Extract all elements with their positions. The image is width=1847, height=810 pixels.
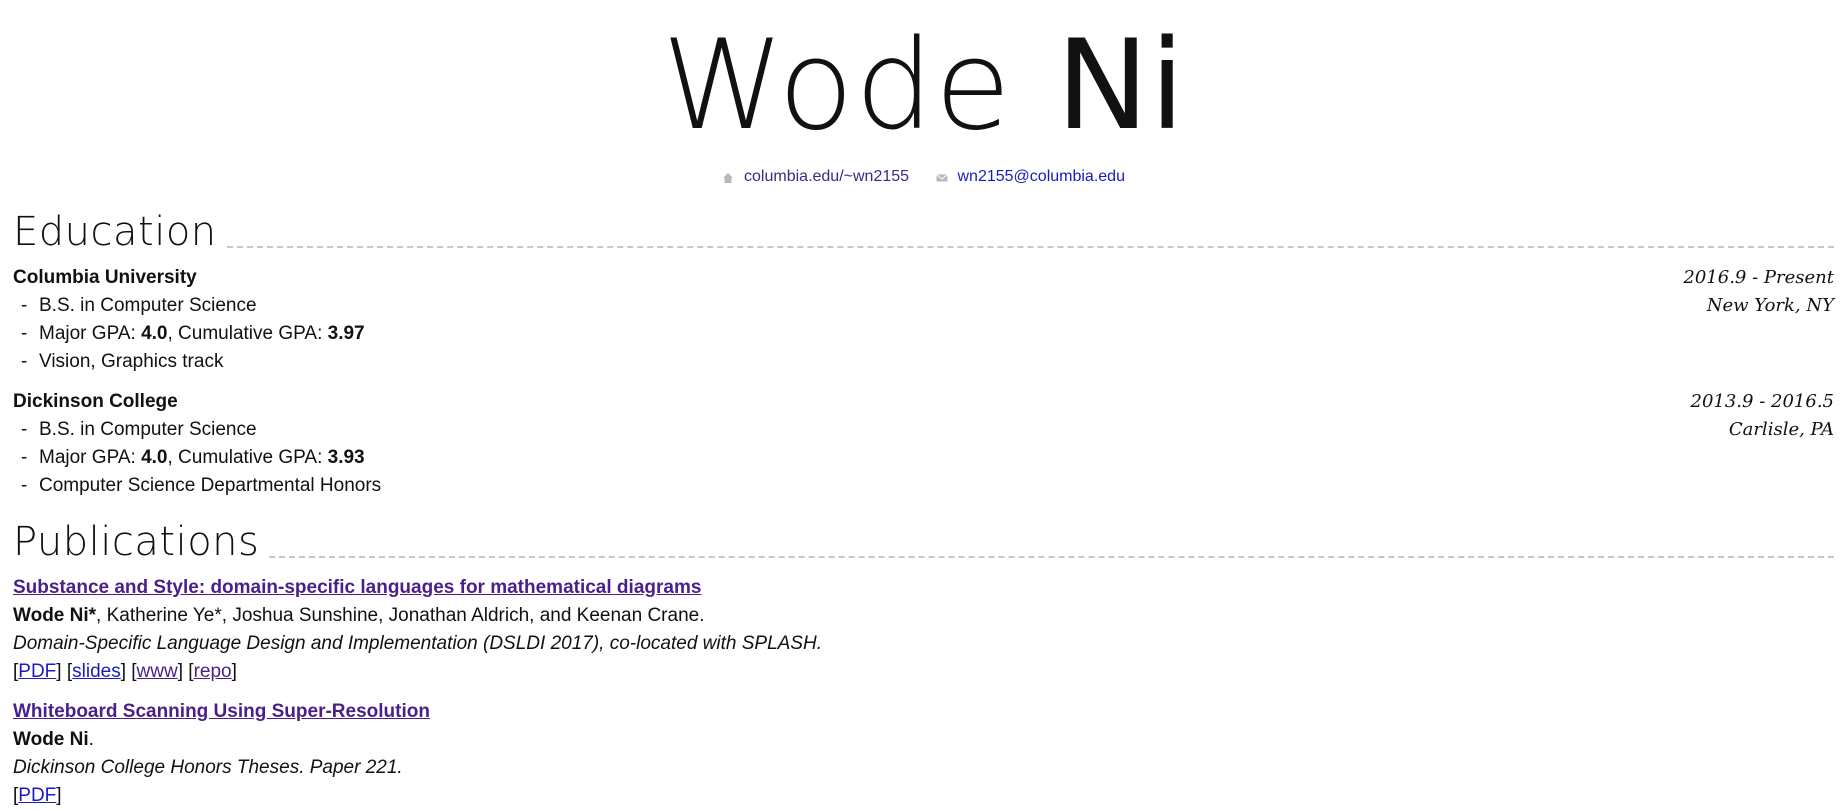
entry-meta: 2013.9 - 2016.5 Carlisle, PA [1691, 388, 1835, 444]
education-entry-dickinson: Dickinson College - B.S. in Computer Scie… [13, 388, 1834, 500]
publication-links: [PDF] [slides] [www] [repo] [13, 661, 237, 682]
resume-page: Wode Ni columbia.edu/~wn2155 wn2155@colu… [0, 0, 1847, 810]
publications-header: Publications [13, 514, 1834, 562]
section-divider [226, 246, 1834, 248]
gpa-line: - Major GPA: 4.0, Cumulative GPA: 3.93 [21, 447, 365, 468]
degree-line: - B.S. in Computer Science [21, 419, 257, 440]
publication-venue: Dickinson College Honors Theses. Paper 2… [13, 757, 403, 778]
entry-dates: 2016.9 - Present [1683, 267, 1834, 288]
www-link[interactable]: www [137, 661, 178, 682]
publication-authors: Wode Ni*, Katherine Ye*, Joshua Sunshine… [13, 605, 705, 626]
email-contact: wn2155@columbia.edu [935, 168, 1125, 186]
website-link[interactable]: columbia.edu/~wn2155 [744, 168, 909, 186]
first-name: Wode [661, 14, 1012, 158]
last-name: Ni [1056, 14, 1186, 158]
note-line: - Computer Science Departmental Honors [21, 475, 382, 496]
section-divider [269, 556, 1834, 558]
institution-name: Columbia University [13, 267, 197, 288]
entry-location: Carlisle, PA [1728, 419, 1834, 440]
publication-item: Whiteboard Scanning Using Super-Resoluti… [13, 698, 1834, 810]
publication-links: [PDF] [13, 785, 62, 806]
gpa-line: - Major GPA: 4.0, Cumulative GPA: 3.97 [21, 323, 365, 344]
institution-name: Dickinson College [13, 391, 178, 412]
degree-line: - B.S. in Computer Science [21, 295, 257, 316]
education-entry-columbia: Columbia University - B.S. in Computer Sc… [13, 264, 1834, 376]
website-contact: columbia.edu/~wn2155 [722, 168, 909, 186]
publication-title-link[interactable]: Whiteboard Scanning Using Super-Resoluti… [13, 701, 430, 722]
contact-bar: columbia.edu/~wn2155 wn2155@columbia.edu [13, 168, 1834, 190]
entry-dates: 2013.9 - 2016.5 [1690, 391, 1835, 412]
pdf-link[interactable]: PDF [18, 661, 56, 682]
education-header: Education [13, 204, 1834, 252]
entry-meta: 2016.9 - Present New York, NY [1683, 264, 1834, 320]
education-heading: Education [13, 209, 217, 255]
slides-link[interactable]: slides [72, 661, 121, 682]
page-title: Wode Ni [13, 0, 1834, 148]
publications-heading: Publications [13, 519, 260, 565]
entry-location: New York, NY [1706, 295, 1834, 316]
publication-item: Substance and Style: domain-specific lan… [13, 574, 1834, 686]
mail-icon [935, 171, 948, 183]
pdf-link[interactable]: PDF [18, 785, 56, 806]
email-link[interactable]: wn2155@columbia.edu [958, 168, 1125, 186]
note-line: - Vision, Graphics track [21, 351, 224, 372]
publication-title-link[interactable]: Substance and Style: domain-specific lan… [13, 577, 701, 598]
repo-link[interactable]: repo [194, 661, 232, 682]
publication-authors: Wode Ni. [13, 729, 94, 750]
publication-venue: Domain-Specific Language Design and Impl… [13, 633, 822, 654]
home-icon [722, 171, 734, 183]
